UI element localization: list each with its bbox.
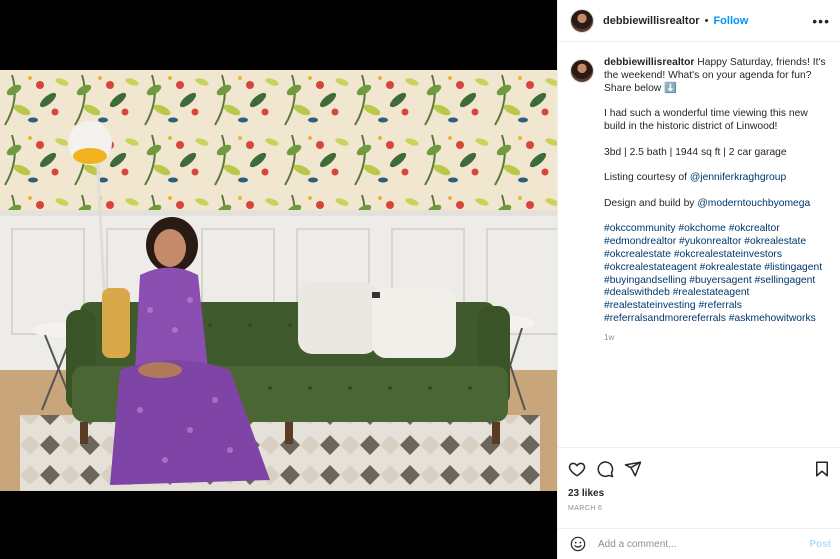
- instagram-post-window: debbiewillisrealtor • Follow ••• debbiew…: [0, 0, 840, 559]
- post-details-panel: debbiewillisrealtor • Follow ••• debbiew…: [557, 0, 840, 559]
- post-actions: 23 likes MARCH 6: [558, 447, 840, 512]
- caption-line-3: 3bd | 2.5 bath | 1944 sq ft | 2 car gara…: [604, 146, 787, 158]
- likes-count[interactable]: 23 likes: [568, 488, 831, 499]
- comment-bar: Post: [558, 528, 840, 559]
- emoji-icon[interactable]: [570, 536, 586, 552]
- heart-icon[interactable]: [568, 460, 586, 478]
- post-photo[interactable]: [0, 70, 557, 491]
- follow-button[interactable]: Follow: [713, 15, 748, 27]
- caption-username[interactable]: debbiewillisrealtor: [604, 57, 694, 68]
- avatar[interactable]: [570, 8, 594, 33]
- caption-line-2: I had such a wonderful time viewing this…: [604, 108, 808, 132]
- caption-avatar[interactable]: [570, 59, 594, 83]
- living-room-photo: [0, 70, 557, 491]
- mention-link-listing[interactable]: @jenniferkraghgroup: [690, 172, 786, 183]
- more-options-icon[interactable]: •••: [812, 13, 830, 29]
- mention-link-design[interactable]: @moderntouchbyomega: [697, 198, 810, 209]
- share-icon[interactable]: [624, 460, 642, 478]
- post-header: debbiewillisrealtor • Follow •••: [558, 0, 840, 42]
- bookmark-icon[interactable]: [813, 460, 831, 478]
- post-date: MARCH 6: [568, 505, 603, 512]
- post-comment-button[interactable]: Post: [809, 539, 831, 550]
- comment-input[interactable]: [598, 538, 788, 550]
- comment-icon[interactable]: [596, 460, 614, 478]
- caption-text: debbiewillisrealtor Happy Saturday, frie…: [604, 57, 830, 345]
- post-photo-area: [0, 0, 557, 559]
- caption-timestamp: 1w: [604, 332, 615, 342]
- separator-dot: •: [704, 14, 709, 27]
- caption-row: debbiewillisrealtor Happy Saturday, frie…: [570, 57, 831, 345]
- caption-line-5-prefix: Design and build by: [604, 197, 698, 209]
- caption-line-4-prefix: Listing courtesy of: [604, 172, 690, 184]
- action-icons-row: [568, 458, 831, 480]
- header-username[interactable]: debbiewillisrealtor: [603, 15, 700, 27]
- hashtags-block[interactable]: #okccommunity #okchome #okcrealtor #edmo…: [604, 223, 830, 325]
- caption-area: debbiewillisrealtor Happy Saturday, frie…: [558, 43, 840, 447]
